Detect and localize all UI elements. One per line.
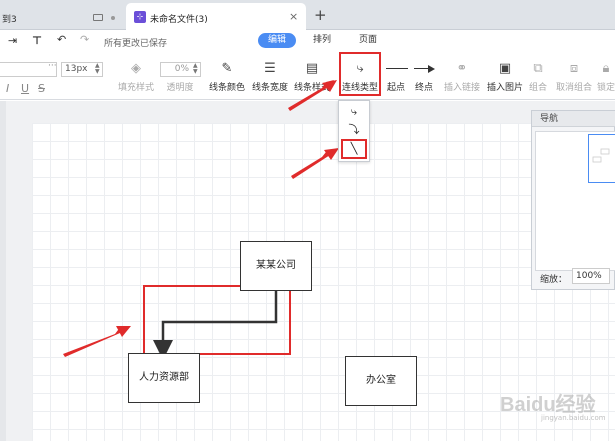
toolbar: ⇥ ⊤ ↶ ↷ 所有更改已保存 编辑 排列 页面 ··· 13px ▲ ▼ I U… bbox=[0, 30, 615, 100]
app-window: 到3 ⊹ 未命名文件(3) × + ⇥ ⊤ ↶ ↷ 所有更改已保存 编辑 排列 … bbox=[0, 0, 615, 441]
paint-bucket-icon: ◈ bbox=[131, 61, 141, 76]
tab-active-title: 未命名文件(3) bbox=[150, 15, 208, 25]
tab-previous-title: 到3 bbox=[2, 15, 17, 25]
undo-icon[interactable]: ↶ bbox=[57, 33, 66, 46]
monitor-icon bbox=[93, 14, 103, 21]
tab-bar: 到3 ⊹ 未命名文件(3) × + bbox=[0, 0, 615, 30]
save-status: 所有更改已保存 bbox=[104, 39, 168, 49]
navigator-title: 导航 bbox=[532, 111, 615, 127]
straight-option-highlight bbox=[341, 139, 367, 159]
redo-icon[interactable]: ↷ bbox=[80, 33, 89, 46]
tab-previous[interactable]: 到3 bbox=[0, 3, 126, 30]
insert-image-label: 插入图片 bbox=[486, 83, 523, 93]
watermark-url: jingyan.baidu.com bbox=[541, 414, 606, 422]
line-style-button[interactable]: ▤ 线条样式 bbox=[292, 60, 332, 93]
zoom-input[interactable]: 100% bbox=[572, 268, 610, 284]
shape-office[interactable]: 办公室 bbox=[345, 356, 417, 406]
font-more-icon[interactable]: ··· bbox=[48, 61, 57, 71]
line-style-icon: ▤ bbox=[305, 61, 319, 76]
export-icon[interactable]: ⇥ bbox=[8, 34, 17, 47]
ungroup-label: 取消组合 bbox=[555, 83, 592, 93]
lock-button[interactable]: 🔒︎ 锁定 bbox=[596, 60, 615, 93]
new-tab-button[interactable]: + bbox=[314, 6, 327, 24]
navigator-preview[interactable] bbox=[535, 131, 615, 271]
lock-icon: 🔒︎ bbox=[602, 61, 610, 76]
tab-active-file[interactable]: ⊹ 未命名文件(3) × bbox=[126, 3, 306, 30]
elbow-connector-option[interactable]: ⤷ bbox=[343, 104, 365, 120]
end-point-label-wrap: 终点 bbox=[410, 78, 438, 93]
group-icon: ⧉ bbox=[533, 61, 543, 76]
transparency-label: 透明度 bbox=[166, 83, 194, 93]
tab-page[interactable]: 页面 bbox=[354, 33, 382, 48]
group-button[interactable]: ⧉ 组合 bbox=[527, 60, 549, 93]
group-label: 组合 bbox=[528, 83, 547, 93]
strikethrough-icon[interactable]: S bbox=[38, 82, 45, 95]
italic-icon[interactable]: I bbox=[6, 82, 9, 95]
ungroup-button[interactable]: ⧈ 取消组合 bbox=[554, 60, 594, 93]
image-icon: ▣ bbox=[498, 61, 512, 76]
lock-label: 锁定 bbox=[596, 83, 615, 93]
navigator-panel: 导航 缩放： 100% bbox=[531, 110, 615, 290]
line-width-icon: ☰ bbox=[264, 61, 276, 76]
arrow-head-icon bbox=[428, 65, 435, 73]
ungroup-icon: ⧈ bbox=[569, 61, 579, 76]
pen-icon: ✎ bbox=[221, 61, 233, 76]
font-size-stepper[interactable]: ▲ ▼ bbox=[95, 63, 100, 75]
fill-style-button[interactable]: ◈ 填充样式 bbox=[116, 60, 156, 93]
close-tab-icon[interactable]: × bbox=[289, 10, 298, 23]
line-color-label: 线条颜色 bbox=[208, 83, 245, 93]
insert-link-button[interactable]: ⚭ 插入链接 bbox=[443, 60, 481, 93]
shape-company[interactable]: 某某公司 bbox=[240, 241, 312, 291]
connector-type-menu: ⤷ ⤵ ╲ bbox=[338, 100, 370, 162]
line-color-button[interactable]: ✎ 线条颜色 bbox=[207, 60, 247, 93]
connector-type-highlight bbox=[339, 52, 381, 96]
insert-link-label: 插入链接 bbox=[443, 83, 480, 93]
start-point-label: 起点 bbox=[386, 83, 405, 93]
underline-icon[interactable]: U bbox=[21, 82, 29, 95]
tab-arrange[interactable]: 排列 bbox=[308, 33, 336, 48]
end-point-label: 终点 bbox=[414, 83, 433, 93]
line-width-label: 线条宽度 bbox=[251, 83, 288, 93]
start-point-label-wrap: 起点 bbox=[382, 78, 410, 93]
line-width-button[interactable]: ☰ 线条宽度 bbox=[250, 60, 290, 93]
curved-connector-option[interactable]: ⤵ bbox=[343, 122, 365, 138]
watermark-logo: Baidu经验 bbox=[500, 394, 596, 416]
start-point-line-icon[interactable] bbox=[386, 68, 408, 69]
insert-image-button[interactable]: ▣ 插入图片 bbox=[486, 60, 524, 93]
tab-edit[interactable]: 编辑 bbox=[258, 33, 296, 48]
opacity-stepper[interactable]: ▲ ▼ bbox=[193, 63, 198, 75]
shape-hr-department[interactable]: 人力资源部 bbox=[128, 353, 200, 403]
diagram-app-icon: ⊹ bbox=[134, 11, 146, 23]
transparency-label-wrap: 透明度 bbox=[163, 78, 197, 93]
navigator-viewport-frame[interactable] bbox=[588, 134, 615, 183]
unsaved-dot-icon bbox=[111, 16, 115, 20]
line-style-label: 线条样式 bbox=[293, 83, 330, 93]
left-ruler bbox=[0, 101, 6, 441]
fill-style-label: 填充样式 bbox=[117, 83, 154, 93]
zoom-label: 缩放： bbox=[540, 275, 568, 285]
navigator-thumbnail bbox=[592, 148, 610, 163]
format-painter-icon[interactable]: ⊤ bbox=[32, 34, 42, 47]
link-icon: ⚭ bbox=[456, 61, 468, 76]
